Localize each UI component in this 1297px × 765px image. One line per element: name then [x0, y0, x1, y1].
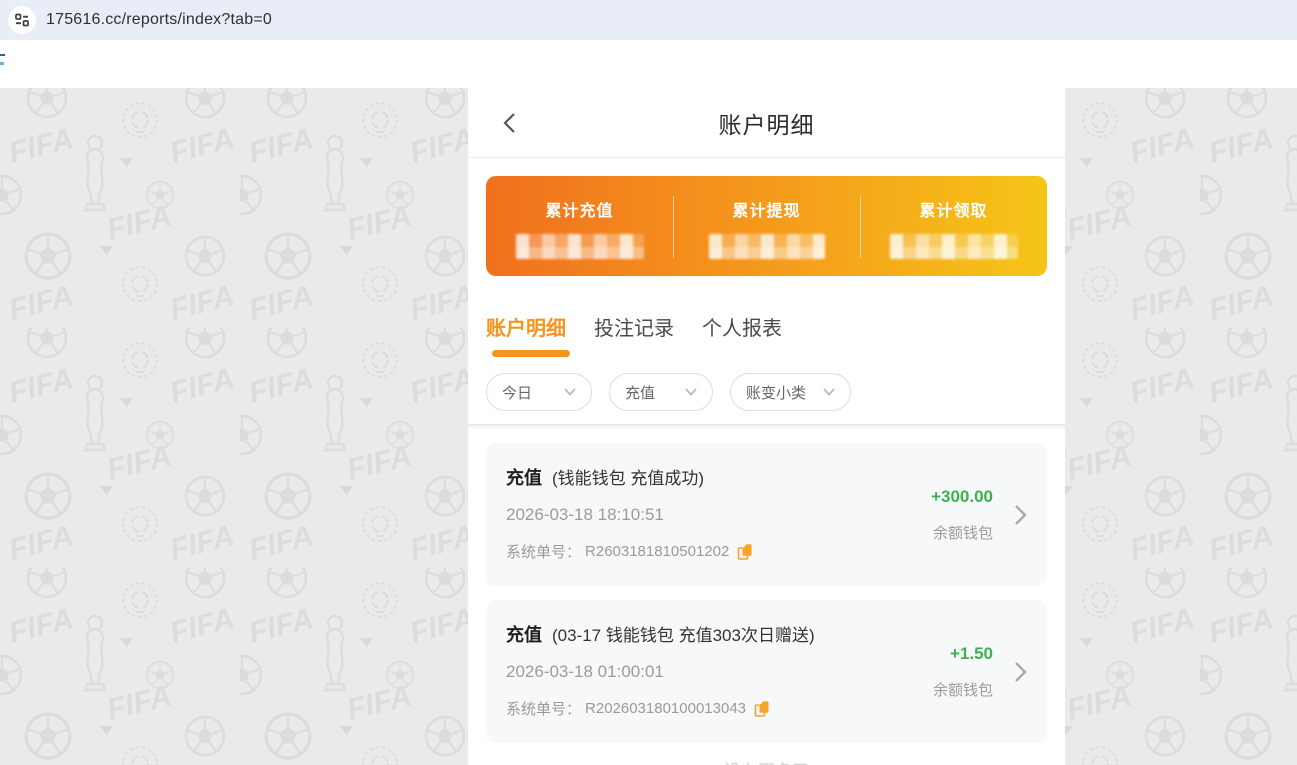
copy-button[interactable]: [737, 543, 753, 561]
url-text[interactable]: 175616.cc/reports/index?tab=0: [46, 11, 272, 29]
browser-address-bar[interactable]: 175616.cc/reports/index?tab=0: [0, 0, 1297, 40]
record-type: 充值: [506, 625, 542, 645]
record-list: 充值 (钱能钱包 充值成功) 2026-03-18 18:10:51 系统单号：…: [468, 431, 1065, 765]
filter-subtype-dropdown[interactable]: 账变小类: [730, 373, 851, 411]
stat-label: 累计领取: [919, 203, 988, 220]
tab-account-details[interactable]: 账户明细: [486, 312, 566, 341]
edge-clipped-artifact: [0, 54, 5, 65]
filter-label: 账变小类: [746, 384, 807, 402]
record-amount-column: +300.00 余额钱包: [931, 443, 993, 586]
record-amount: +1.50: [949, 643, 993, 663]
chevron-down-icon: [823, 388, 835, 396]
stat-total-deposit: 累计充值: [486, 176, 673, 276]
app-header: 账户明细: [468, 88, 1065, 158]
summary-card: 累计充值 累计提现 累计领取: [486, 176, 1047, 276]
record-description: (钱能钱包 充值成功): [552, 469, 705, 488]
section-divider: [468, 424, 1065, 431]
tab-bar: 账户明细 投注记录 个人报表: [468, 312, 1065, 341]
filter-bar: 今日 充值 账变小类: [468, 373, 1065, 424]
no-more-text: 没有更多了: [486, 757, 1047, 765]
copy-icon: [738, 543, 752, 560]
order-number: R2603181810501202: [585, 543, 730, 560]
stat-label: 累计充值: [545, 203, 614, 220]
record-wallet: 余额钱包: [932, 681, 993, 699]
app-panel: 账户明细 累计充值 累计提现 累计领取 账户明细 投注记录 个人报表 今日 充值…: [468, 88, 1065, 765]
masked-value: [515, 234, 644, 259]
chevron-down-icon: [564, 388, 576, 396]
divider: [672, 196, 674, 258]
stat-label: 累计提现: [732, 203, 801, 220]
divider: [859, 196, 861, 258]
order-label: 系统单号：: [506, 544, 582, 561]
copy-icon: [754, 700, 769, 717]
record-amount: +300.00: [931, 486, 993, 506]
record-description: (03-17 钱能钱包 充值303次日赠送): [552, 626, 815, 645]
masked-value: [708, 234, 825, 259]
order-label: 系统单号：: [506, 701, 582, 718]
stat-total-claimed: 累计领取: [860, 176, 1047, 276]
chevron-right-icon[interactable]: [1014, 661, 1027, 683]
page-title: 账户明细: [718, 111, 815, 138]
record-item[interactable]: 充值 (03-17 钱能钱包 充值303次日赠送) 2026-03-18 01:…: [486, 600, 1047, 743]
order-number: R202603180100013043: [585, 700, 747, 717]
filter-date-dropdown[interactable]: 今日: [486, 373, 592, 411]
record-type: 充值: [506, 468, 542, 488]
copy-button[interactable]: [754, 700, 770, 718]
record-amount-column: +1.50 余额钱包: [933, 600, 993, 743]
masked-value: [889, 234, 1018, 259]
site-permissions-button[interactable]: [8, 6, 36, 34]
record-item[interactable]: 充值 (钱能钱包 充值成功) 2026-03-18 18:10:51 系统单号：…: [486, 443, 1047, 586]
active-tab-underline: [492, 350, 570, 357]
chevron-left-icon: [503, 112, 515, 133]
chevron-right-icon[interactable]: [1014, 504, 1027, 526]
tab-bet-records[interactable]: 投注记录: [594, 312, 674, 341]
back-button[interactable]: [496, 110, 522, 136]
filter-label: 今日: [502, 384, 533, 402]
stat-total-withdraw: 累计提现: [673, 176, 860, 276]
summary-section: 累计充值 累计提现 累计领取: [468, 158, 1065, 292]
tab-personal-report[interactable]: 个人报表: [702, 312, 782, 341]
site-permissions-toggles-icon: [15, 13, 29, 27]
chevron-down-icon: [685, 388, 697, 396]
filter-type-dropdown[interactable]: 充值: [609, 373, 713, 411]
filter-label: 充值: [625, 384, 656, 402]
record-wallet: 余额钱包: [932, 524, 993, 542]
